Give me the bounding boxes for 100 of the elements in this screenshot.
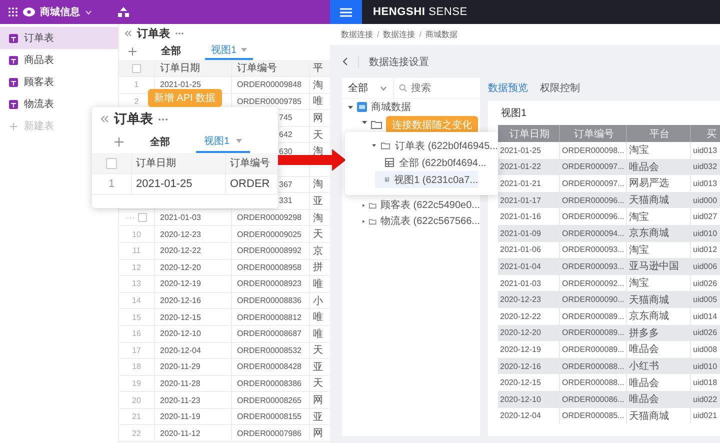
table-cell: ORDER00008958 (237, 262, 302, 272)
table-cell: ORDER00008265 (237, 396, 302, 405)
caret-icon[interactable] (348, 104, 353, 110)
table-cell: ORDER000096... (560, 192, 627, 208)
more-icon[interactable] (158, 118, 168, 120)
table-cell-text: 网 (313, 394, 323, 408)
breadcrumb-separator: / (419, 30, 422, 39)
logo-icon (23, 7, 35, 17)
row-number: 21 (132, 412, 141, 422)
caret-icon[interactable] (362, 218, 366, 224)
table-cell: 2020-12-10 (498, 390, 560, 408)
table-cell: 拼多多 (627, 324, 691, 342)
row-number: 2 (134, 96, 139, 106)
caret-icon[interactable] (362, 120, 367, 125)
row-number: 15 (132, 312, 141, 322)
tree-item[interactable]: 商城数据 (371, 100, 411, 114)
table-cell: uid005 (691, 291, 720, 308)
collapse-icon[interactable] (124, 30, 132, 36)
table-cell: ORDER00008923 (237, 279, 302, 288)
table-cell: ORDER00008992 (237, 246, 302, 256)
row-number: 14 (132, 296, 141, 306)
table-cell-text: 唯 (313, 310, 323, 324)
table-cell: 2020-12-23 (160, 230, 201, 239)
table-cell: ORDER000090... (560, 291, 627, 308)
column-header: 买 (691, 125, 720, 142)
table-cell: 2021-01-25 (132, 174, 226, 194)
table-cell-text: 唯 (313, 278, 323, 291)
row-checkbox[interactable] (138, 213, 146, 222)
table-cell: 2020-12-20 (498, 324, 560, 342)
row-number: 10 (132, 230, 141, 239)
table-cell: 2021-01-09 (498, 224, 560, 242)
sidebar-item[interactable]: 商品表 (0, 49, 118, 71)
caret-icon[interactable] (362, 202, 366, 208)
search-field[interactable]: 搜索 (411, 82, 471, 94)
table-cell: 2021-01-25 (160, 80, 201, 90)
column-header: 订单编号 (560, 125, 627, 142)
table-cell: 367 (279, 180, 292, 189)
table-cell-text: 天 (313, 344, 323, 358)
table-cell-text: 网 (313, 112, 323, 125)
breadcrumb-separator: / (377, 30, 380, 39)
view-title: 视图1 (500, 106, 528, 121)
table-cell-text: 京 (313, 244, 323, 258)
search-icon (399, 84, 407, 92)
database-icon (357, 102, 367, 112)
table-cell: 2020-11-23 (160, 396, 200, 405)
breadcrumb-link[interactable]: 商城数据 (425, 29, 458, 40)
table-cell: 2020-12-20 (160, 262, 201, 272)
row-number: 1 (134, 80, 139, 90)
table-cell: uid022 (691, 390, 720, 408)
grid-icon[interactable] (8, 7, 18, 17)
caret-icon[interactable] (372, 143, 376, 148)
filter-select[interactable]: 全部 (342, 78, 394, 98)
table-title: 订单表 (137, 26, 170, 40)
breadcrumb-link[interactable]: 数据连接 (383, 29, 416, 40)
tree-item[interactable]: 顾客表 (622c5490e0... (380, 198, 480, 212)
tree-item[interactable]: 物流表 (622c567566... (380, 214, 480, 228)
table-icon (9, 34, 18, 42)
breadcrumb-link[interactable]: 数据连接 (341, 29, 373, 40)
app-name[interactable]: 商城信息 (40, 5, 80, 19)
table-cell: 745 (279, 113, 292, 122)
view-tab[interactable]: 全部 (155, 42, 187, 60)
table-icon (9, 100, 18, 108)
add-icon[interactable] (114, 137, 124, 147)
row-number: 19 (132, 378, 141, 388)
table-cell-text: 天 (313, 128, 323, 142)
sidebar-item[interactable]: 顾客表 (0, 71, 118, 93)
tree-item[interactable]: 视图1 (6231c0a7... (375, 171, 478, 188)
table-cell: ORDER00008155 (237, 412, 302, 422)
table-cell: uid010 (691, 224, 720, 242)
table-cell-text: 天 (313, 377, 323, 390)
table-cell-text: 淘 (313, 212, 323, 225)
tab[interactable]: 权限控制 (540, 81, 580, 95)
row-number: 17 (132, 346, 141, 355)
select-all-checkbox[interactable] (132, 64, 141, 72)
tree-item[interactable]: 全部 (622b0f4694... (345, 154, 498, 171)
page-title: 数据连接设置 (369, 56, 429, 68)
select-all-checkbox[interactable] (106, 158, 117, 168)
table-cell: ORDER00008428 (237, 362, 302, 372)
table-cell: 2020-11-19 (160, 412, 200, 422)
sidebar-item[interactable]: 订单表 (0, 27, 118, 49)
row-number: 18 (132, 362, 141, 372)
hierarchy-icon[interactable] (118, 7, 129, 17)
table-cell: uid021 (691, 408, 720, 424)
menu-button[interactable] (330, 0, 362, 24)
table-cell: ORDER00009298 (237, 213, 302, 222)
view-tab[interactable]: 全部 (142, 131, 178, 153)
back-icon[interactable] (342, 57, 348, 66)
table-cell: 2020-12-15 (160, 312, 201, 322)
table-cell-text: 唯 (313, 328, 323, 341)
tab[interactable]: 数据预览 (488, 81, 528, 95)
table-cell-text: 拼 (313, 261, 323, 274)
table-cell: ORDER (226, 174, 278, 194)
tree-item[interactable]: 订单表 (622b0f46945... (395, 138, 498, 152)
more-icon[interactable] (175, 32, 184, 34)
table-cell: ORDER000086... (560, 390, 627, 408)
caret-icon[interactable] (85, 10, 92, 14)
collapse-icon[interactable] (100, 115, 109, 123)
table-cell-text: 淘 (313, 145, 323, 158)
add-icon[interactable] (128, 46, 137, 56)
table-cell: ORDER000097... (560, 158, 627, 176)
